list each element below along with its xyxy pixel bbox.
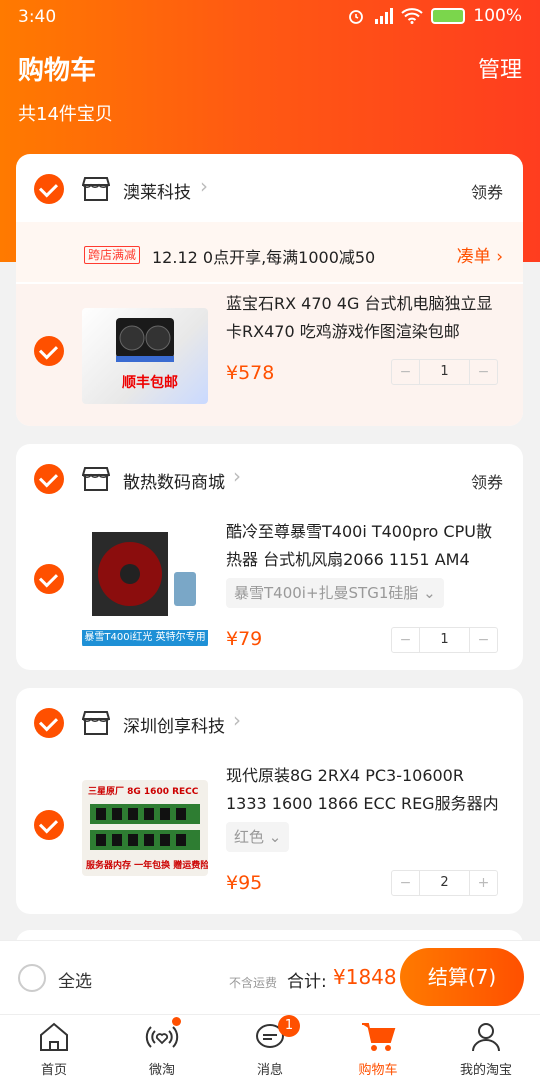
total-amount: ¥1848: [333, 965, 397, 989]
cart-item: 三星原厂 8G 1600 RECC 服务器内存 一年包换 赠运费险 现代原装8G…: [16, 758, 523, 914]
product-price: ¥578: [226, 362, 275, 384]
product-title[interactable]: 酷冷至尊暴雪T400i T400pro CPU散热器 台式机风扇2066 115…: [226, 518, 506, 574]
tab-weitao[interactable]: 微淘: [108, 1015, 216, 1080]
store-icon: [82, 177, 110, 201]
profile-icon: [472, 1023, 500, 1052]
decrease-button[interactable]: −: [392, 360, 419, 384]
coupon-button[interactable]: 领券: [471, 179, 503, 203]
message-badge: 1: [278, 1015, 300, 1037]
cart-item: 顺丰包邮 蓝宝石RX 470 4G 台式机电脑独立显卡RX470 吃鸡游戏作图渲…: [16, 284, 523, 426]
shop-checkbox[interactable]: [34, 708, 64, 738]
chevron-right-icon: ›: [200, 174, 208, 198]
manage-button[interactable]: 管理: [478, 52, 522, 84]
add-on-label: 凑单: [456, 247, 491, 267]
status-icons: 100%: [347, 6, 522, 26]
quantity-stepper: − 1 −: [391, 359, 498, 385]
product-image-caption-top: 三星原厂 8G 1600 RECC: [88, 787, 199, 797]
add-on-link[interactable]: 凑单 ›: [457, 242, 503, 267]
shop-checkbox[interactable]: [34, 464, 64, 494]
tab-cart[interactable]: 购物车: [324, 1015, 432, 1080]
tab-label: 微淘: [148, 1063, 175, 1078]
shop-card: 深圳创享科技 › 三星原厂 8G 1600 RECC 服务器内存 一年包换 赠运…: [16, 688, 523, 914]
tab-profile[interactable]: 我的淘宝: [432, 1015, 540, 1080]
increase-button[interactable]: +: [470, 871, 497, 895]
quantity-stepper: − 2 +: [391, 870, 498, 896]
item-checkbox[interactable]: [34, 564, 64, 594]
product-image-caption: 顺丰包邮: [122, 375, 178, 391]
cart-item: 暴雪T400i红光 英特尔专用 酷冷至尊暴雪T400i T400pro CPU散…: [16, 514, 523, 670]
promo-text: 12.12 0点开享,每满1000减50: [152, 248, 376, 267]
quantity-value[interactable]: 1: [419, 360, 470, 384]
increase-button[interactable]: −: [470, 628, 497, 652]
sku-selector[interactable]: 红色 ⌄: [226, 822, 290, 852]
shop-name[interactable]: 深圳创享科技: [123, 712, 225, 737]
notification-dot: [172, 1017, 181, 1026]
promo-banner: 跨店满减 12.12 0点开享,每满1000减50 凑单 ›: [16, 222, 523, 282]
shop-card: 澳莱科技 › 领券 跨店满减 12.12 0点开享,每满1000减50 凑单 ›…: [16, 154, 523, 426]
promo-tag: 跨店满减: [84, 246, 141, 264]
chevron-right-icon: ›: [233, 464, 241, 488]
bottom-tab-bar: 首页 微淘 1 消息 购物车 我的淘宝: [0, 1014, 540, 1080]
item-checkbox[interactable]: [34, 336, 64, 366]
tab-label: 我的淘宝: [459, 1063, 512, 1078]
product-image[interactable]: 三星原厂 8G 1600 RECC 服务器内存 一年包换 赠运费险: [82, 780, 208, 876]
product-image[interactable]: 顺丰包邮: [82, 308, 208, 404]
store-icon: [82, 711, 110, 735]
select-all-label[interactable]: 全选: [58, 967, 92, 992]
alarm-icon: [349, 10, 364, 24]
page-title: 购物车: [18, 56, 97, 86]
tab-label: 首页: [40, 1063, 67, 1078]
store-icon: [82, 467, 110, 491]
select-all-checkbox[interactable]: [18, 964, 46, 992]
battery-icon: [431, 8, 466, 24]
shipping-note: 不含运费: [229, 976, 278, 990]
cart-icon: [362, 1023, 396, 1051]
home-icon: [40, 1022, 68, 1051]
sku-label: 暴雪T400i+扎曼STG1硅脂: [234, 584, 419, 602]
sku-selector[interactable]: 暴雪T400i+扎曼STG1硅脂 ⌄: [226, 578, 444, 608]
coupon-button[interactable]: 领券: [471, 469, 503, 493]
wifi-icon: [401, 8, 424, 24]
checkout-button[interactable]: 结算(7): [400, 948, 524, 1006]
shop-checkbox[interactable]: [34, 174, 64, 204]
quantity-stepper: − 1 −: [391, 627, 498, 653]
shop-name[interactable]: 散热数码商城: [123, 468, 225, 493]
product-price: ¥79: [226, 628, 263, 650]
decrease-button[interactable]: −: [392, 871, 419, 895]
status-bar: 3:40 100%: [0, 0, 540, 34]
product-image[interactable]: 暴雪T400i红光 英特尔专用: [82, 522, 208, 648]
checkout-bar: 全选 不含运费 合计: ¥1848 结算(7): [0, 940, 540, 1014]
tab-home[interactable]: 首页: [0, 1015, 108, 1080]
quantity-value[interactable]: 2: [419, 871, 470, 895]
tab-label: 消息: [256, 1063, 283, 1078]
decrease-button[interactable]: −: [392, 628, 419, 652]
item-checkbox[interactable]: [34, 810, 64, 840]
product-image-caption-bottom: 服务器内存 一年包换 赠运费险: [86, 861, 208, 871]
quantity-value[interactable]: 1: [419, 628, 470, 652]
chevron-right-icon: ›: [233, 708, 241, 732]
status-time: 3:40: [18, 7, 57, 27]
tab-label: 购物车: [358, 1063, 398, 1078]
product-image-caption: 暴雪T400i红光 英特尔专用: [82, 630, 208, 646]
total-label: 合计:: [287, 972, 327, 992]
product-price: ¥95: [226, 872, 263, 894]
shop-card: 散热数码商城 › 领券 暴雪T400i红光 英特尔专用 酷冷至尊暴雪T400i …: [16, 444, 523, 670]
item-count: 共14件宝贝: [18, 104, 113, 125]
shop-name[interactable]: 澳莱科技: [123, 178, 191, 203]
cpu-cooler-graphic: [92, 532, 196, 616]
signal-icon: [375, 8, 394, 24]
product-title[interactable]: 蓝宝石RX 470 4G 台式机电脑独立显卡RX470 吃鸡游戏作图渲染包邮: [226, 290, 506, 346]
sku-label: 红色: [234, 828, 265, 846]
battery-level: 100%: [473, 6, 522, 26]
tab-messages[interactable]: 1 消息: [216, 1015, 324, 1080]
increase-button[interactable]: −: [470, 360, 497, 384]
